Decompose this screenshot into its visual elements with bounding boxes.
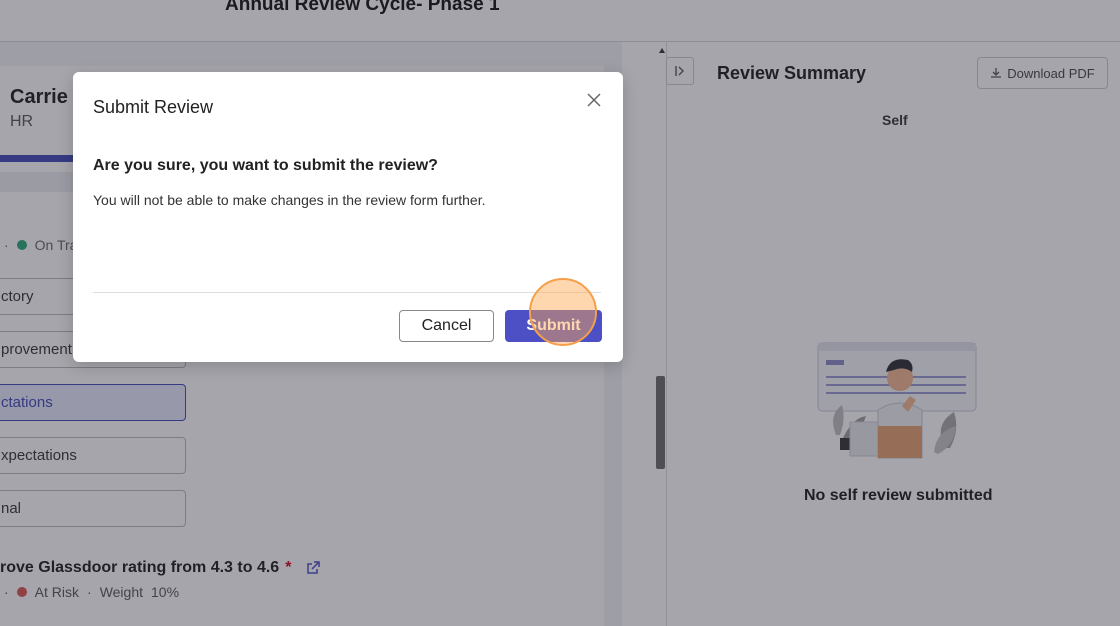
dialog-title: Submit Review xyxy=(93,97,214,117)
cancel-button[interactable]: Cancel xyxy=(399,310,494,342)
submit-button[interactable]: Submit xyxy=(505,310,602,342)
dialog-divider xyxy=(93,292,601,293)
submit-review-dialog: Submit Review Are you sure, you want to … xyxy=(73,72,623,362)
close-icon[interactable] xyxy=(584,90,604,110)
dialog-message: You will not be able to make changes in … xyxy=(93,192,486,208)
dialog-question: Are you sure, you want to submit the rev… xyxy=(93,157,438,174)
